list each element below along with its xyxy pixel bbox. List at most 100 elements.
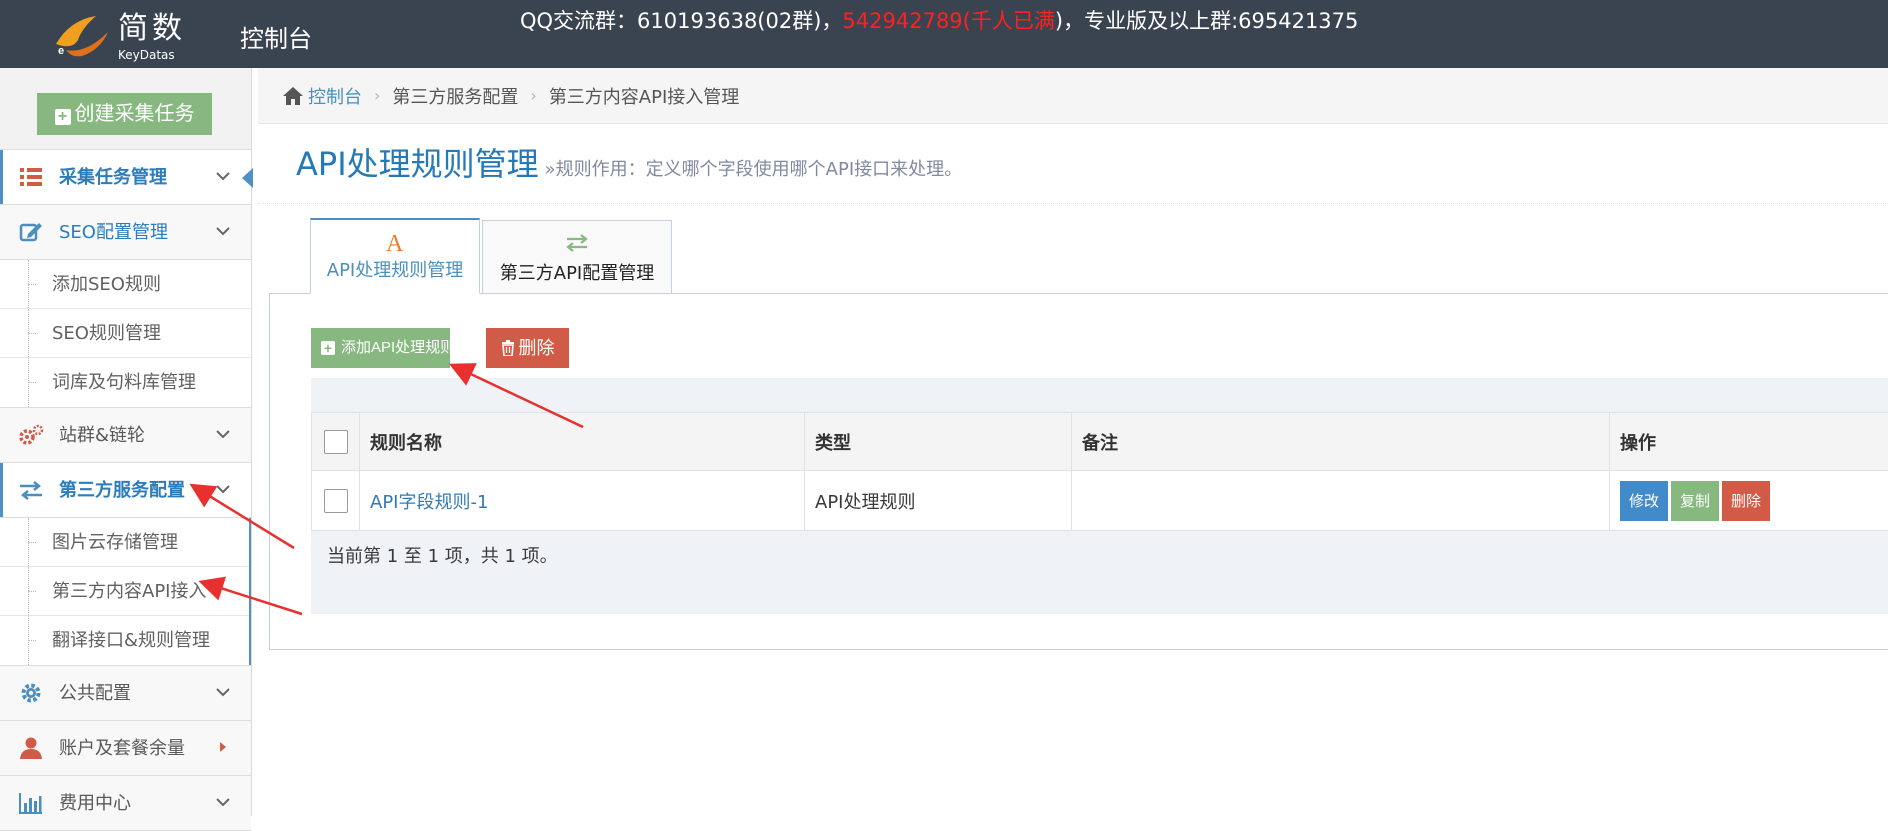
edit-button[interactable]: 修改 [1620, 481, 1668, 521]
breadcrumb-home-link[interactable]: 控制台 [308, 83, 362, 109]
page-title: API处理规则管理 »规则作用：定义哪个字段使用哪个API接口来处理。 [296, 144, 962, 190]
chevron-down-icon [215, 168, 231, 184]
rules-table: 规则名称 类型 备注 操作 API字段规则-1 API处理规则 修改复制删除 [311, 412, 1888, 531]
bar-chart-icon [18, 791, 44, 815]
console-title[interactable]: 控制台 [240, 24, 312, 54]
tab-label: 第三方API配置管理 [483, 261, 671, 287]
sidebar-item-label: 账户及套餐余量 [59, 721, 185, 776]
rule-type-cell: API处理规则 [805, 471, 1072, 531]
rule-note-cell [1072, 471, 1610, 531]
sidebar-item-task-management[interactable]: 采集任务管理 [0, 150, 251, 205]
sidebar-item-seo[interactable]: SEO配置管理 [0, 205, 251, 260]
sidebar-subitem-lexicon[interactable]: 词库及句料库管理 [0, 358, 251, 407]
sidebar-item-label: 公共配置 [59, 666, 131, 721]
chevron-down-icon [215, 481, 231, 497]
user-icon [18, 736, 44, 760]
column-header-type[interactable]: 类型 [805, 413, 1072, 471]
select-all-checkbox[interactable] [324, 430, 348, 454]
page-header: API处理规则管理 »规则作用：定义哪个字段使用哪个API接口来处理。 [258, 124, 1888, 204]
submenu-label: 翻译接口&规则管理 [52, 616, 210, 665]
sidebar-item-account[interactable]: 账户及套餐余量 [0, 721, 251, 776]
sidebar-item-common-config[interactable]: 公共配置 [0, 666, 251, 721]
chevron-down-icon [215, 426, 231, 442]
column-header-note[interactable]: 备注 [1072, 413, 1610, 471]
pagination-info: 当前第 1 至 1 项，共 1 项。 [327, 542, 558, 568]
sidebar-shortcuts: +创建采集任务 [0, 68, 251, 150]
sidebar-item-third-party[interactable]: 第三方服务配置 [0, 463, 251, 518]
exchange-icon [565, 231, 589, 255]
rule-actions-cell: 修改复制删除 [1610, 471, 1888, 531]
column-header-actions: 操作 [1610, 413, 1888, 471]
gear-icon [18, 681, 44, 705]
tab-api-rules[interactable]: A API处理规则管理 [310, 218, 480, 294]
font-a-icon: A [383, 230, 407, 254]
caret-right-icon [215, 739, 231, 755]
sidebar-subitem-content-api[interactable]: 第三方内容API接入 [0, 567, 251, 616]
row-checkbox[interactable] [324, 489, 348, 513]
row-delete-button[interactable]: 删除 [1722, 481, 1770, 521]
rule-name-link[interactable]: API字段规则-1 [370, 492, 488, 513]
sidebar-item-billing[interactable]: 费用中心 [0, 776, 251, 831]
logo-name: 简数 [118, 12, 186, 46]
tab-panel-api-rules: +添加API处理规则 删除 规则名称 类型 备注 操作 API字 [269, 293, 1888, 650]
select-all-cell [312, 413, 360, 471]
page-subtitle: »规则作用：定义哪个字段使用哪个API接口来处理。 [545, 159, 963, 180]
delete-button[interactable]: 删除 [486, 328, 569, 368]
home-icon [282, 86, 304, 106]
chevron-down-icon [215, 684, 231, 700]
submenu-label: 第三方内容API接入 [52, 567, 206, 616]
submenu-label: 添加SEO规则 [52, 260, 161, 309]
sidebar-item-label: 费用中心 [59, 776, 131, 831]
sidebar-subitem-add-seo-rule[interactable]: 添加SEO规则 [0, 260, 251, 309]
top-navbar: e 简数 KeyDatas 控制台 QQ交流群：610193638(02群)，5… [0, 0, 1888, 68]
sidebar-item-label: 第三方服务配置 [59, 463, 185, 518]
table-container: 规则名称 类型 备注 操作 API字段规则-1 API处理规则 修改复制删除 [311, 378, 1888, 614]
svg-text:e: e [58, 45, 64, 57]
list-icon [18, 165, 44, 189]
chevron-down-icon [215, 223, 231, 239]
sidebar-item-label: SEO配置管理 [59, 205, 168, 260]
table-row: API字段规则-1 API处理规则 修改复制删除 [312, 471, 1888, 531]
sidebar-subitem-seo-rules[interactable]: SEO规则管理 [0, 309, 251, 358]
breadcrumb: 控制台 › 第三方服务配置 › 第三方内容API接入管理 [258, 68, 1888, 124]
plus-square-icon: + [55, 109, 71, 125]
exchange-icon [18, 478, 44, 502]
plus-square-icon: + [321, 341, 335, 355]
submenu-label: 词库及句料库管理 [52, 358, 196, 407]
sidebar-item-site-group[interactable]: 站群&链轮 [0, 408, 251, 463]
qq-group-notice: QQ交流群：610193638(02群)，542942789(千人已满)，专业版… [520, 6, 1358, 36]
sidebar-item-label: 采集任务管理 [59, 150, 167, 205]
rule-name-cell: API字段规则-1 [360, 471, 805, 531]
svg-text:A: A [386, 231, 404, 254]
page-title-text: API处理规则管理 [296, 145, 539, 183]
breadcrumb-separator: › [530, 86, 536, 105]
add-api-rule-button[interactable]: +添加API处理规则 [311, 328, 450, 368]
sidebar: +创建采集任务 采集任务管理 SEO配置管理 添加SEO规则 SEO规则管理 词… [0, 68, 252, 816]
sidebar-subitem-image-storage[interactable]: 图片云存储管理 [0, 518, 251, 567]
seo-submenu: 添加SEO规则 SEO规则管理 词库及句料库管理 [0, 260, 251, 408]
table-header-row: 规则名称 类型 备注 操作 [312, 413, 1888, 471]
sidebar-item-label: 站群&链轮 [59, 408, 145, 463]
row-select-cell [312, 471, 360, 531]
logo-icon: e [52, 10, 114, 60]
sidebar-subitem-translation[interactable]: 翻译接口&规则管理 [0, 616, 251, 665]
chevron-down-icon [215, 794, 231, 810]
create-task-button[interactable]: +创建采集任务 [37, 93, 212, 135]
create-task-label: 创建采集任务 [75, 103, 195, 125]
breadcrumb-current: 第三方内容API接入管理 [549, 83, 739, 109]
third-party-submenu: 图片云存储管理 第三方内容API接入 翻译接口&规则管理 [0, 518, 251, 666]
notice-prefix: QQ交流群：610193638(02群)， [520, 9, 842, 33]
submenu-label: SEO规则管理 [52, 309, 161, 358]
notice-full-group: 542942789(千人已满 [842, 9, 1054, 33]
tab-label: API处理规则管理 [311, 258, 479, 284]
cogs-icon [18, 423, 44, 447]
notice-suffix: )，专业版及以上群:695421375 [1055, 9, 1359, 33]
column-header-name[interactable]: 规则名称 [360, 413, 805, 471]
submenu-label: 图片云存储管理 [52, 518, 178, 567]
tab-third-party-api[interactable]: 第三方API配置管理 [482, 220, 672, 294]
copy-button[interactable]: 复制 [1671, 481, 1719, 521]
add-api-rule-label: 添加API处理规则 [341, 339, 455, 356]
breadcrumb-level2: 第三方服务配置 [392, 83, 518, 109]
brand-logo[interactable]: e 简数 KeyDatas [52, 6, 202, 62]
breadcrumb-separator: › [374, 86, 380, 105]
